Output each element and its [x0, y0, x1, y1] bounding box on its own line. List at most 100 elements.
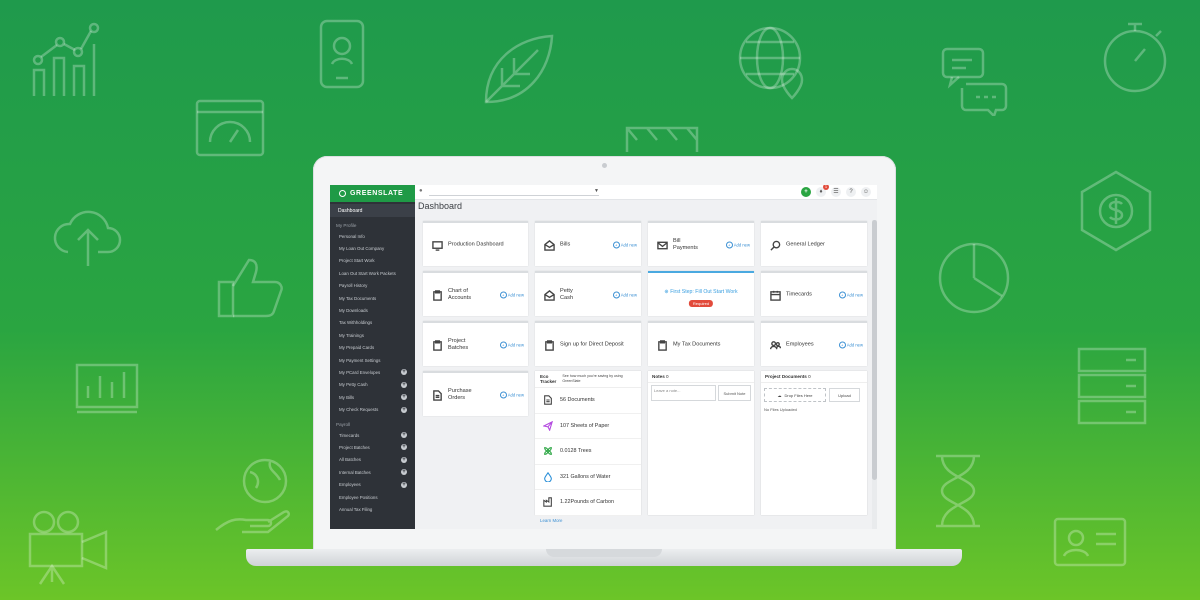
- factory-icon: [543, 497, 552, 507]
- sidebar-item[interactable]: My Bills +: [330, 391, 415, 403]
- sidebar-item-label: My Check Requests: [339, 407, 379, 413]
- card-project-batches[interactable]: Project Batches + Add new: [423, 321, 528, 366]
- plus-circle-icon: +: [499, 291, 507, 298]
- first-step-link[interactable]: ⊕ First Step: Fill Out Start Work: [648, 289, 754, 295]
- logo-text: GREENSLATE: [350, 190, 404, 197]
- laptop-notch: [546, 549, 662, 557]
- notifications-button[interactable]: ♦ 1: [816, 185, 829, 197]
- globe-pin-icon: [738, 26, 804, 100]
- add-new-purchase-orders[interactable]: + Add new: [499, 391, 524, 398]
- sidebar-item[interactable]: Payroll History: [330, 280, 415, 292]
- add-new-employees[interactable]: + Add new: [838, 341, 863, 348]
- note-input[interactable]: Leave a note...: [651, 385, 716, 401]
- profile-menu: Personal Info My Loan Out Company Project …: [330, 230, 415, 416]
- add-icon[interactable]: +: [401, 369, 407, 376]
- add-icon[interactable]: +: [401, 481, 407, 488]
- sidebar-item-label: My Trainings: [339, 332, 364, 338]
- sidebar-item-label: My Prepaid Cards: [339, 345, 375, 351]
- add-new-bill-payments[interactable]: + Add new: [725, 241, 750, 248]
- add-new-chart-of-accounts[interactable]: + Add new: [499, 291, 524, 298]
- card-label: Sign up for Direct Deposit: [560, 341, 624, 347]
- sidebar-item[interactable]: My PCard Envelopes +: [330, 366, 415, 378]
- add-button[interactable]: +: [801, 187, 811, 197]
- card-first-step-start-work[interactable]: ⊕ First Step: Fill Out Start Work Requir…: [648, 271, 754, 316]
- add-new-label: Add new: [620, 292, 637, 297]
- add-new-bills[interactable]: + Add new: [612, 241, 637, 248]
- cloud-upload-icon: ☁: [777, 392, 782, 398]
- app-screen: GREENSLATE Dashboard My Profile Personal…: [330, 185, 877, 529]
- eco-value: 107 Sheets of Paper: [560, 422, 610, 429]
- add-icon[interactable]: +: [401, 394, 407, 401]
- add-icon[interactable]: +: [401, 406, 407, 413]
- sidebar-item[interactable]: All Batches +: [330, 454, 415, 466]
- card-purchase-orders[interactable]: Purchase Orders + Add new: [423, 371, 528, 416]
- card-direct-deposit[interactable]: Sign up for Direct Deposit: [535, 321, 641, 366]
- hand-plant-icon: [215, 510, 291, 534]
- add-new-timecards[interactable]: + Add new: [838, 291, 863, 298]
- laptop-base: [246, 549, 962, 566]
- analytics-monitor-icon: [75, 363, 139, 414]
- sidebar-item[interactable]: Loan Out Start Work Packets: [330, 267, 415, 279]
- payroll-menu: Timecards + Project Batches + All Batches + In…: [330, 429, 415, 516]
- sidebar-item[interactable]: My Downloads: [330, 304, 415, 316]
- sidebar-item-label: My PCard Envelopes: [339, 369, 381, 375]
- scrollbar-thumb[interactable]: [872, 220, 877, 480]
- main-scrollbar[interactable]: [872, 220, 877, 529]
- sidebar-item[interactable]: Employee Positions: [330, 491, 415, 503]
- user-menu-button[interactable]: ☺: [861, 187, 871, 197]
- sidebar-item[interactable]: Project Batches +: [330, 441, 415, 453]
- sidebar-item[interactable]: My Check Requests +: [330, 403, 415, 415]
- add-icon[interactable]: +: [401, 456, 407, 463]
- project-select[interactable]: ▼: [429, 188, 599, 196]
- add-icon[interactable]: +: [401, 381, 407, 388]
- card-bill-payments[interactable]: Bill Payments + Add new: [648, 221, 754, 266]
- card-employees[interactable]: Employees + Add new: [761, 321, 867, 366]
- card-production-dashboard[interactable]: Production Dashboard: [423, 221, 528, 266]
- sidebar-item[interactable]: My Tax Documents: [330, 292, 415, 304]
- sidebar-item[interactable]: Timecards +: [330, 429, 415, 441]
- add-icon[interactable]: +: [401, 444, 407, 451]
- sidebar-item-dashboard[interactable]: Dashboard: [330, 204, 415, 217]
- sidebar-item[interactable]: Annual Tax Filing: [330, 503, 415, 515]
- sidebar-item[interactable]: My Loan Out Company: [330, 242, 415, 254]
- learn-more-link[interactable]: Learn More: [535, 516, 641, 525]
- sidebar-item-label: My Tax Documents: [339, 295, 377, 301]
- file-drop-zone[interactable]: ☁ Drop Files Here: [764, 388, 826, 402]
- add-new-project-batches[interactable]: + Add new: [499, 341, 524, 348]
- sidebar-item-label: My Payment Settings: [339, 357, 381, 363]
- greenslate-logo[interactable]: GREENSLATE: [330, 185, 415, 202]
- project-documents-count: 0: [808, 374, 811, 379]
- submit-note-button[interactable]: Submit Note: [718, 385, 751, 401]
- first-step-label: First Step: Fill Out Start Work: [670, 289, 738, 295]
- card-general-ledger[interactable]: General Ledger: [761, 221, 867, 266]
- upload-button[interactable]: Upload: [829, 388, 860, 402]
- tasks-button[interactable]: ☰: [831, 187, 841, 197]
- sidebar-item[interactable]: My Prepaid Cards: [330, 342, 415, 354]
- sidebar-item[interactable]: Project Start Work: [330, 255, 415, 267]
- add-new-petty-cash[interactable]: + Add new: [612, 291, 637, 298]
- help-button[interactable]: ?: [846, 187, 856, 197]
- card-timecards[interactable]: Timecards + Add new: [761, 271, 867, 316]
- sidebar-item[interactable]: My Petty Cash +: [330, 379, 415, 391]
- card-bills[interactable]: Bills + Add new: [535, 221, 641, 266]
- sidebar-item[interactable]: Employees +: [330, 478, 415, 490]
- card-my-tax-documents[interactable]: My Tax Documents: [648, 321, 754, 366]
- sidebar-item[interactable]: Personal Info: [330, 230, 415, 242]
- sidebar-item[interactable]: My Payment Settings: [330, 354, 415, 366]
- sidebar-item[interactable]: Internal Batches +: [330, 466, 415, 478]
- clipboard-icon: [432, 338, 443, 351]
- video-camera-icon: [28, 510, 108, 585]
- hourglass-icon: [936, 454, 980, 528]
- add-icon[interactable]: +: [401, 469, 407, 476]
- card-petty-cash[interactable]: Petty Cash + Add new: [535, 271, 641, 316]
- envelope-open-icon: [544, 288, 555, 301]
- sidebar-item-label: Annual Tax Filing: [339, 506, 373, 512]
- calendar-icon: [770, 288, 781, 301]
- card-chart-of-accounts[interactable]: Chart of Accounts + Add new: [423, 271, 528, 316]
- add-icon[interactable]: +: [401, 432, 407, 439]
- notification-badge: 1: [823, 185, 829, 190]
- sidebar-item-label: Personal Info: [339, 233, 365, 239]
- sidebar-item[interactable]: My Trainings: [330, 329, 415, 341]
- eco-value: 321 Gallons of Water: [560, 473, 611, 480]
- sidebar-item[interactable]: Tax Withholdings: [330, 317, 415, 329]
